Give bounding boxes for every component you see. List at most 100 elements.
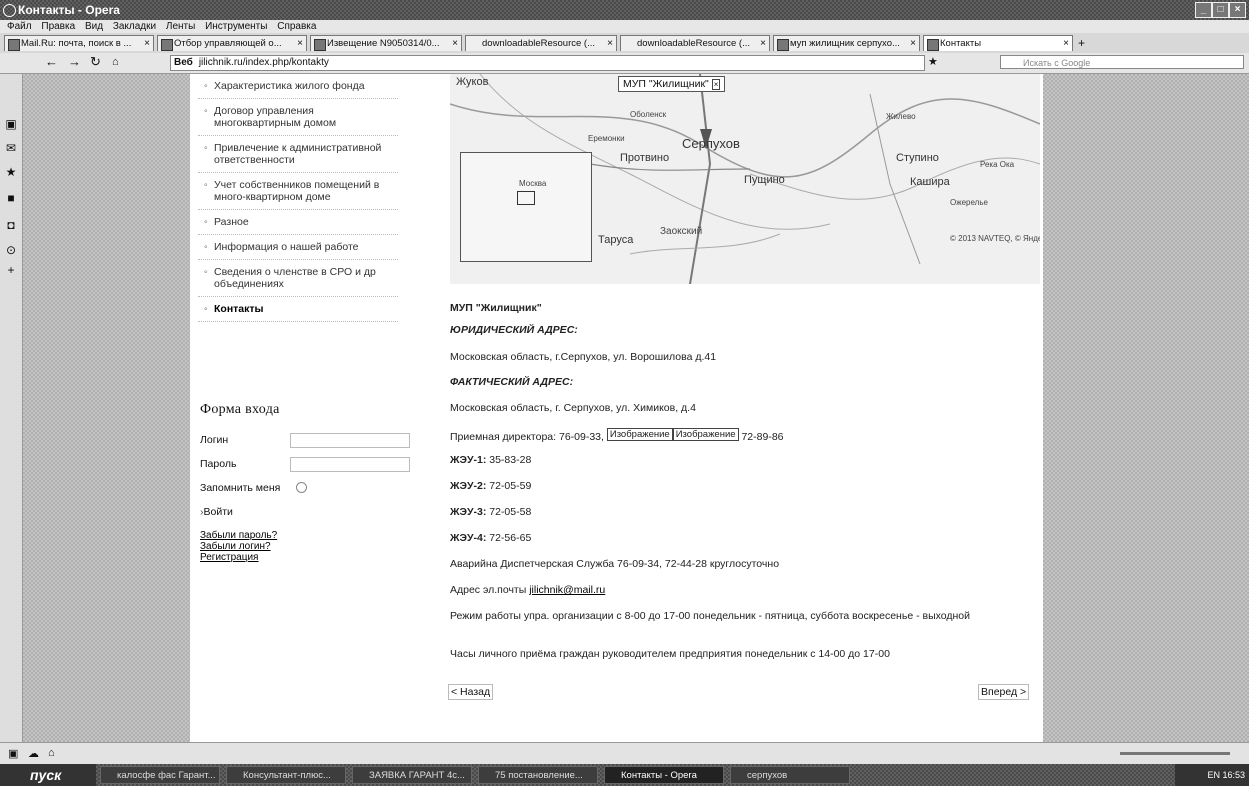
nav-label: Характеристика жилого фонда (214, 80, 365, 92)
map-overview-inset[interactable]: Москва (460, 152, 592, 262)
add-panel-icon[interactable]: + (5, 264, 17, 276)
menu-edit[interactable]: Правка (41, 21, 75, 32)
menu-view[interactable]: Вид (85, 21, 103, 32)
nav-sro[interactable]: ◦ Сведения о членстве в СРО и др объедине… (198, 260, 398, 297)
forward-icon[interactable]: → (68, 55, 81, 69)
map-label: Оболенск (630, 110, 667, 119)
broken-image: Изображение (606, 428, 673, 441)
close-icon[interactable]: × (760, 36, 766, 51)
yandex-map[interactable]: МУП "Жилищник" × Москва Жуков Оболенск С… (450, 74, 1040, 284)
menu-help[interactable]: Справка (277, 21, 316, 32)
bookmark-star-icon[interactable]: ★ (928, 55, 938, 69)
minimize-button[interactable]: _ (1195, 2, 1212, 18)
tab-contacts[interactable]: Контакты × (923, 35, 1073, 51)
history-icon[interactable]: ⊙ (5, 244, 17, 256)
tab-label: downloadableResource (... (637, 38, 751, 49)
password-label: Пароль (200, 458, 237, 470)
task-item[interactable]: Консультант-плюс... (226, 766, 346, 784)
menu-tools[interactable]: Инструменты (205, 21, 267, 32)
map-label: Жуков (456, 76, 489, 88)
zheu-phone: 35-83-28 (489, 454, 532, 466)
login-button[interactable]: Войти (204, 506, 233, 518)
map-label: Протвино (620, 152, 670, 164)
actual-heading: ФАКТИЧЕСКИЙ АДРЕС: (450, 376, 574, 388)
nav-owners-register[interactable]: ◦ Учет собственников помещений в много-кв… (198, 173, 398, 210)
tab-selection[interactable]: Отбор управляющей о... × (157, 35, 307, 51)
forgot-password-link[interactable]: Забыли пароль? (200, 530, 410, 541)
nav-administrative[interactable]: ◦ Привлечение к административной ответств… (198, 136, 398, 173)
task-item[interactable]: серпухов (730, 766, 850, 784)
close-icon[interactable]: × (607, 36, 613, 51)
popup-text: МУП "Жилищник" (623, 78, 709, 90)
task-item[interactable]: 75 постановление... (478, 766, 598, 784)
new-tab-icon[interactable]: + (1078, 36, 1085, 50)
reception-suffix: 72-89-86 (741, 431, 784, 443)
unite-icon[interactable]: ⌂ (48, 747, 55, 759)
start-button[interactable]: пуск (0, 764, 96, 786)
map-label: Пущино (744, 174, 785, 186)
mail-icon[interactable]: ✉ (5, 142, 17, 154)
email-line: Адрес эл.почты jilichnik@mail.ru (450, 584, 605, 596)
emergency-line: Аварийна Диспетчерская Служба 76-09-34, … (450, 558, 780, 570)
home-icon[interactable]: ⌂ (112, 55, 119, 69)
close-icon[interactable]: × (144, 36, 150, 51)
notes-icon[interactable]: ■ (5, 192, 17, 204)
map-label: Кашира (910, 176, 950, 188)
nav-management-contract[interactable]: ◦ Договор управления многоквартирным домо… (198, 99, 398, 136)
close-button[interactable]: × (1229, 2, 1246, 18)
tab-download-2[interactable]: downloadableResource (... × (620, 35, 770, 51)
login-input[interactable] (290, 433, 410, 448)
prev-button[interactable]: < Назад (448, 684, 494, 700)
nav-misc[interactable]: ◦ Разное (198, 210, 398, 235)
map-label: Серпухов (682, 136, 740, 151)
back-icon[interactable]: ← (45, 55, 58, 69)
tab-label: Отбор управляющей о... (174, 38, 282, 49)
close-icon[interactable]: × (1063, 36, 1069, 51)
tab-mailru[interactable]: Mail.Ru: почта, поиск в ... × (4, 35, 154, 51)
login-title: Форма входа (200, 402, 280, 417)
turbo-icon[interactable]: ☁ (28, 747, 39, 760)
opera-icon (3, 4, 16, 17)
maximize-button[interactable]: □ (1212, 2, 1229, 18)
transfers-icon[interactable]: ◘ (5, 219, 17, 231)
nav-label: Привлечение к административной ответстве… (214, 142, 382, 166)
nav-housing-fund[interactable]: ◦ Характеристика жилого фонда (198, 74, 398, 99)
menu-bookmarks[interactable]: Закладки (113, 21, 156, 32)
task-item[interactable]: ЗАЯВКА ГАРАНТ 4с... (352, 766, 472, 784)
language-indicator[interactable]: EN (1207, 770, 1220, 780)
map-label: Москва (519, 179, 547, 188)
tab-label: муп жилищник серпухо... (790, 38, 900, 49)
next-button[interactable]: Вперед > (978, 684, 1030, 700)
zoom-slider[interactable] (1120, 752, 1230, 755)
remember-checkbox[interactable] (296, 482, 307, 493)
close-icon[interactable]: × (910, 36, 916, 51)
password-input[interactable] (290, 457, 410, 472)
nav-our-work[interactable]: ◦ Информация о нашей работе (198, 235, 398, 260)
legal-address: Московская область, г.Серпухов, ул. Воро… (450, 351, 717, 363)
tab-search[interactable]: муп жилищник серпухо... × (773, 35, 920, 51)
task-item[interactable]: Контакты - Opera (604, 766, 724, 784)
panel-bookmarks-icon[interactable]: ▣ (5, 118, 17, 130)
task-item[interactable]: калосфе фас Гарант... (100, 766, 220, 784)
close-icon[interactable]: × (297, 36, 303, 51)
close-icon[interactable]: × (452, 36, 458, 51)
tab-download-1[interactable]: downloadableResource (... × (465, 35, 617, 51)
address-toolbar: ← → ↻ ⌂ Веб jilichnik.ru/index.php/kontak… (0, 53, 1249, 74)
panel-toggle-icon[interactable]: ▣ (8, 747, 18, 760)
address-field[interactable]: Веб jilichnik.ru/index.php/kontakty (170, 55, 925, 71)
menu-feeds[interactable]: Ленты (166, 21, 195, 32)
register-link[interactable]: Регистрация (200, 552, 410, 563)
nav-contacts[interactable]: ◦ Контакты (198, 297, 398, 322)
search-placeholder: Искать с Google (1023, 58, 1091, 68)
search-input[interactable]: Искать с Google (1000, 55, 1244, 69)
actual-address: Московская область, г. Серпухов, ул. Хим… (450, 402, 696, 414)
task-label: Консультант-плюс... (243, 770, 331, 781)
forgot-login-link[interactable]: Забыли логин? (200, 541, 410, 552)
tab-notice[interactable]: Извещение N9050314/0... × (310, 35, 462, 51)
close-icon[interactable]: × (711, 79, 721, 90)
remember-label: Запомнить меня (200, 482, 281, 494)
menu-file[interactable]: Файл (7, 21, 32, 32)
star-icon[interactable]: ★ (5, 166, 17, 178)
email-link[interactable]: jilichnik@mail.ru (529, 584, 605, 596)
reload-icon[interactable]: ↻ (90, 55, 101, 69)
